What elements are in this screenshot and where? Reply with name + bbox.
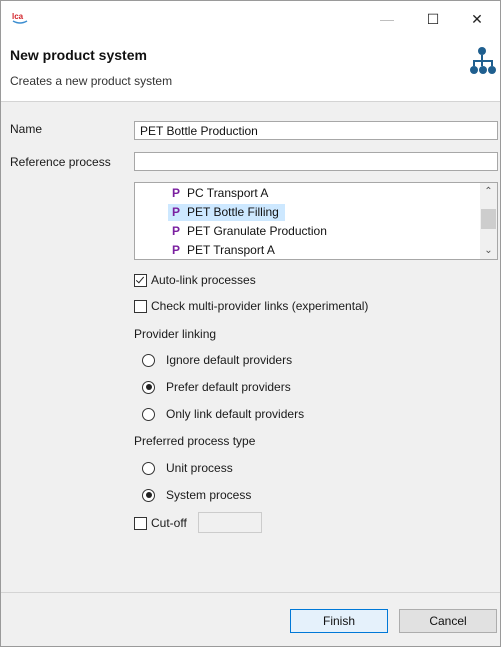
list-item[interactable]: P PET Transport A — [172, 242, 281, 259]
name-field[interactable] — [134, 121, 498, 140]
hierarchy-icon — [470, 47, 496, 74]
radio-label: System process — [166, 488, 252, 502]
radio-prefer-default-providers[interactable]: Prefer default providers — [142, 379, 291, 395]
process-icon: P — [172, 243, 181, 257]
page-description: Creates a new product system — [10, 74, 173, 88]
radio-icon — [142, 353, 155, 367]
radio-label: Prefer default providers — [166, 380, 291, 394]
auto-link-checkbox[interactable]: Auto-link processes — [134, 272, 256, 288]
cancel-button[interactable]: Cancel — [399, 609, 497, 633]
process-list[interactable]: P PC Transport A P PET Bottle Filling P PET… — [134, 182, 498, 260]
list-item[interactable]: P PET Granulate Production — [172, 223, 333, 240]
name-label: Name — [10, 122, 43, 136]
title-bar: lca — ☐ ✕ — [1, 1, 500, 37]
radio-unit-process[interactable]: Unit process — [142, 460, 233, 476]
radio-label: Ignore default providers — [166, 353, 293, 367]
multi-provider-checkbox[interactable]: Check multi-provider links (experimental… — [134, 298, 368, 314]
auto-link-label: Auto-link processes — [151, 273, 256, 287]
checkbox-icon — [134, 516, 147, 530]
list-item-label: PET Bottle Filling — [187, 205, 279, 219]
radio-system-process[interactable]: System process — [142, 487, 251, 503]
reference-process-filter[interactable] — [134, 152, 498, 171]
cutoff-value-field[interactable] — [198, 512, 262, 533]
radio-label: Unit process — [166, 461, 233, 475]
close-button[interactable]: ✕ — [454, 1, 500, 37]
list-item-label: PET Granulate Production — [187, 224, 327, 238]
lca-app-icon: lca — [12, 12, 28, 24]
radio-icon — [142, 461, 155, 475]
scroll-thumb[interactable] — [481, 209, 496, 229]
svg-text:lca: lca — [12, 12, 24, 21]
process-icon: P — [172, 224, 181, 238]
checkbox-icon — [134, 299, 147, 313]
list-scrollbar[interactable]: ⌃ ⌄ — [480, 183, 497, 259]
provider-linking-label: Provider linking — [134, 327, 217, 341]
minimize-button[interactable]: — — [364, 1, 410, 37]
list-item-selected[interactable]: P PET Bottle Filling — [168, 204, 285, 221]
radio-icon — [142, 407, 155, 421]
list-item-label: PET Transport A — [187, 243, 275, 257]
page-title: New product system — [10, 47, 147, 63]
maximize-button[interactable]: ☐ — [410, 1, 456, 37]
process-icon: P — [172, 205, 181, 219]
process-icon: P — [172, 186, 181, 200]
cutoff-checkbox[interactable]: Cut-off — [134, 515, 187, 531]
new-product-system-dialog: lca — ☐ ✕ New product system Creates a n… — [0, 0, 501, 647]
cutoff-label: Cut-off — [151, 516, 187, 530]
chevron-down-icon[interactable]: ⌄ — [480, 242, 497, 259]
radio-label: Only link default providers — [166, 407, 305, 421]
radio-selected-icon — [142, 380, 155, 394]
checkbox-checked-icon — [134, 273, 147, 287]
radio-only-link-default-providers[interactable]: Only link default providers — [142, 406, 304, 422]
chevron-up-icon[interactable]: ⌃ — [480, 183, 497, 200]
wizard-header: New product system Creates a new product… — [1, 37, 500, 102]
footer-divider — [1, 592, 500, 593]
reference-process-label: Reference process — [10, 155, 111, 169]
radio-selected-icon — [142, 488, 155, 502]
finish-button[interactable]: Finish — [290, 609, 388, 633]
multi-provider-label: Check multi-provider links (experimental… — [151, 299, 369, 313]
list-item[interactable]: P PC Transport A — [172, 185, 274, 202]
list-item-label: PC Transport A — [187, 186, 269, 200]
radio-ignore-default-providers[interactable]: Ignore default providers — [142, 352, 292, 368]
process-type-label: Preferred process type — [134, 434, 256, 448]
